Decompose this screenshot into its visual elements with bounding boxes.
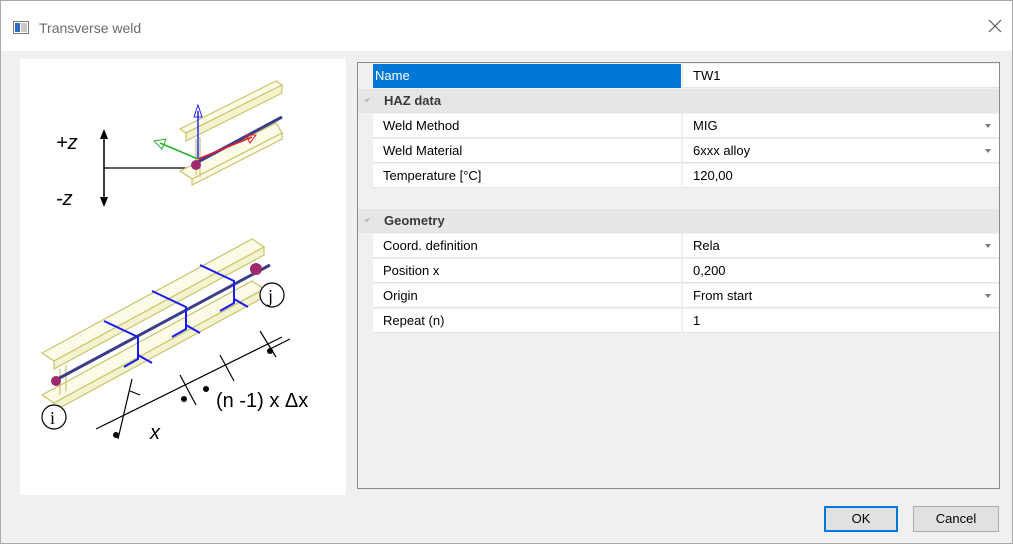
position-x-input[interactable]: 0,200 — [683, 259, 999, 283]
origin-select[interactable]: From start — [683, 284, 999, 308]
title-bar: Transverse weld — [1, 1, 1012, 51]
app-window-icon — [13, 21, 29, 34]
z-plus-label: +z — [56, 132, 78, 154]
property-label: Coord. definition — [383, 238, 478, 253]
collapse-arrow-icon[interactable] — [364, 215, 371, 223]
category-title: Geometry — [384, 213, 445, 228]
property-label: Temperature [°C] — [383, 168, 482, 183]
repeat-input[interactable]: 1 — [683, 309, 999, 333]
dropdown-arrow-icon[interactable] — [985, 244, 991, 248]
property-label: Position x — [383, 263, 440, 278]
property-value: 1 — [693, 313, 701, 328]
dropdown-arrow-icon[interactable] — [985, 124, 991, 128]
property-label: Repeat (n) — [383, 313, 445, 328]
category-geometry[interactable]: Geometry — [358, 209, 999, 233]
category-title: HAZ data — [384, 93, 442, 108]
property-row-coord-definition[interactable]: Coord. definition Rela — [358, 234, 999, 258]
property-row-weld-material[interactable]: Weld Material 6xxx alloy — [358, 139, 999, 163]
property-value: 0,200 — [693, 263, 726, 278]
weld-illustration-panel: +z -z i j x (n -1) x Δx — [20, 59, 346, 495]
name-value[interactable]: TW1 — [683, 64, 999, 88]
node-i-label: i — [50, 408, 55, 428]
dim-repeat-label: (n -1) x Δx — [216, 390, 308, 412]
close-icon[interactable] — [984, 15, 1006, 37]
property-value: 6xxx alloy — [693, 143, 751, 158]
property-row-repeat[interactable]: Repeat (n) 1 — [358, 309, 999, 333]
ok-button[interactable]: OK — [824, 506, 898, 532]
property-row-name[interactable]: Name TW1 — [358, 64, 999, 88]
node-j-label: j — [267, 286, 273, 306]
property-label: Origin — [383, 288, 418, 303]
weld-material-select[interactable]: 6xxx alloy — [683, 139, 999, 163]
property-grid: Name TW1 HAZ data Weld Method MIG Weld M… — [357, 62, 1000, 489]
coord-definition-select[interactable]: Rela — [683, 234, 999, 258]
property-value: From start — [693, 288, 753, 303]
property-label-selected[interactable]: Name — [373, 64, 681, 88]
z-minus-label: -z — [56, 188, 73, 210]
dropdown-arrow-icon[interactable] — [985, 149, 991, 153]
property-value: 120,00 — [693, 168, 733, 183]
property-row-temperature[interactable]: Temperature [°C] 120,00 — [358, 164, 999, 188]
window-title: Transverse weld — [39, 20, 142, 36]
weld-diagram: +z -z i j x (n -1) x Δx — [40, 80, 308, 444]
property-row-origin[interactable]: Origin From start — [358, 284, 999, 308]
dim-x-label: x — [149, 422, 161, 444]
temperature-input[interactable]: 120,00 — [683, 164, 999, 188]
beam-icon — [40, 238, 266, 413]
transverse-weld-dialog: Transverse weld +z -z i j x (n -1) x Δx … — [0, 0, 1013, 544]
property-value: MIG — [693, 118, 718, 133]
name-value-text: TW1 — [693, 68, 721, 83]
property-row-weld-method[interactable]: Weld Method MIG — [358, 114, 999, 138]
property-label: Weld Material — [383, 143, 463, 158]
weld-method-select[interactable]: MIG — [683, 114, 999, 138]
category-haz-data[interactable]: HAZ data — [358, 89, 999, 113]
dropdown-arrow-icon[interactable] — [985, 294, 991, 298]
name-label: Name — [375, 68, 410, 83]
property-row-position-x[interactable]: Position x 0,200 — [358, 259, 999, 283]
cancel-button[interactable]: Cancel — [913, 506, 999, 532]
collapse-arrow-icon[interactable] — [364, 95, 371, 103]
property-label: Weld Method — [383, 118, 460, 133]
property-value: Rela — [693, 238, 720, 253]
